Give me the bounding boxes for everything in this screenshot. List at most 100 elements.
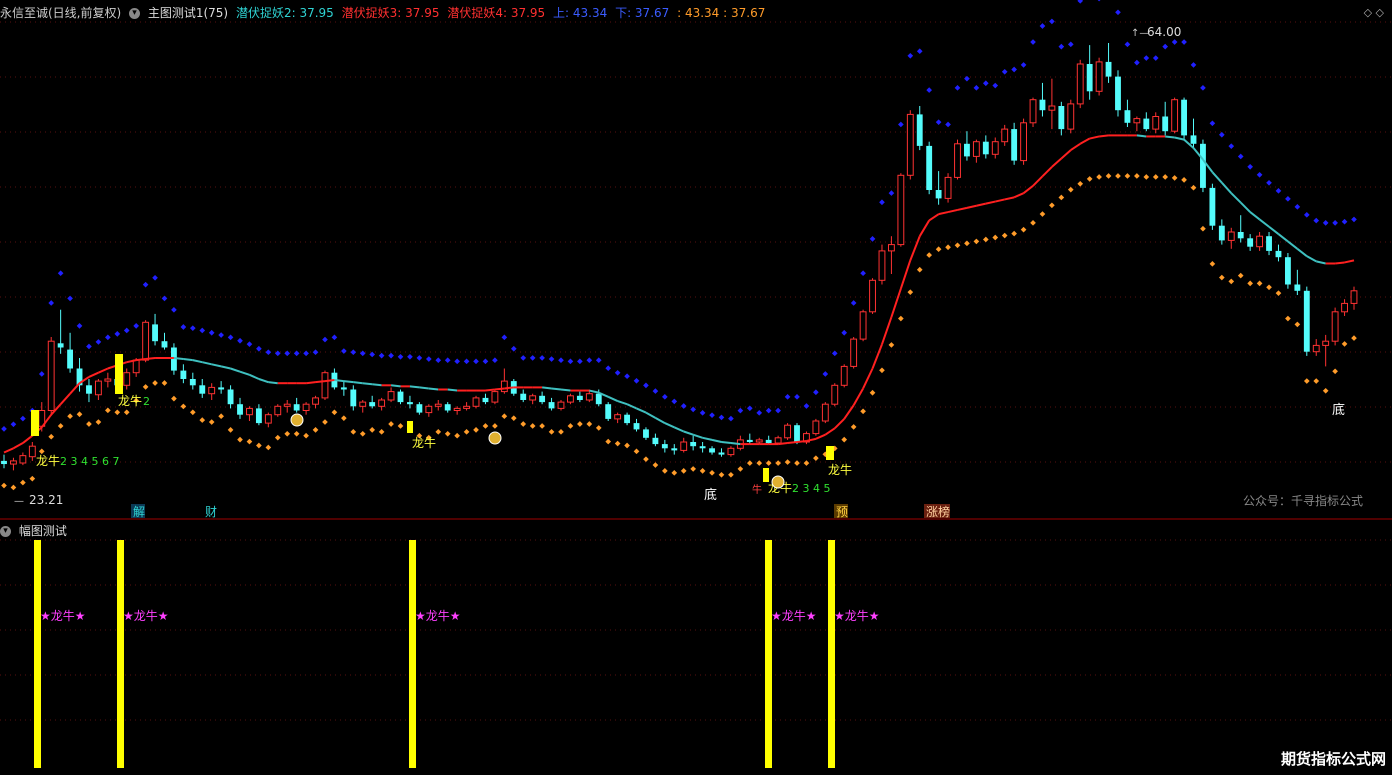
resistance-dot [133, 323, 139, 329]
resistance-dot [1190, 62, 1197, 68]
trend-line-segment [645, 411, 656, 419]
candle-body [10, 460, 17, 465]
candle-body [624, 414, 631, 424]
support-dot [1332, 368, 1338, 375]
resistance-dot [813, 389, 819, 396]
trend-line-segment [230, 367, 241, 373]
resistance-dot [331, 334, 338, 341]
support-dot [1181, 177, 1187, 183]
resistance-dot [1077, 0, 1084, 4]
candle-body [199, 385, 206, 394]
candle [897, 173, 905, 247]
signal-block [31, 410, 39, 436]
candle-body [954, 143, 961, 178]
trend-line-segment [1221, 181, 1233, 194]
candle-body [1171, 99, 1179, 132]
support-dot [794, 460, 800, 466]
support-dot [643, 456, 649, 462]
resistance-dot [756, 410, 763, 416]
low-marker: — [14, 496, 24, 507]
trend-line-segment [183, 358, 193, 362]
resistance-dot [510, 345, 517, 352]
candle-body [557, 401, 565, 409]
support-dot [510, 415, 517, 421]
trend-line-segment [928, 213, 940, 222]
candle-body [246, 407, 253, 416]
candle-body [774, 437, 782, 444]
resistance-dot [577, 358, 583, 365]
sub-chart-title[interactable]: 幅图测试 [19, 524, 67, 538]
resistance-dot [1039, 23, 1046, 29]
candle [878, 244, 886, 285]
resistance-dot [473, 358, 479, 365]
candle [718, 448, 725, 457]
candle [699, 442, 706, 453]
trend-line-segment [1070, 142, 1081, 151]
resistance-dot [671, 398, 678, 405]
sub-chart-panel[interactable]: ★龙牛★ ★龙牛★ ★龙牛★ ★龙牛★ ★龙牛★ ▾ 幅图测试 [0, 520, 1392, 775]
candle [765, 435, 772, 445]
candle [123, 368, 131, 390]
candle [1331, 307, 1339, 346]
candle [1227, 227, 1235, 249]
candle [1322, 334, 1330, 367]
bottom-signal-label: 底 [1332, 402, 1345, 418]
candle [529, 393, 537, 405]
candle-body [794, 425, 800, 442]
candle [671, 444, 678, 455]
candle [1058, 101, 1065, 136]
candle-body [755, 439, 763, 443]
candle [1020, 118, 1028, 165]
candle-body [887, 244, 895, 252]
resistance-dot [105, 334, 111, 341]
trend-line-segment [1287, 240, 1298, 250]
candle-body [1001, 128, 1009, 143]
support-dot [1322, 387, 1329, 394]
trend-line-segment [957, 206, 968, 211]
trend-line-segment [862, 368, 874, 389]
resistance-dot [416, 355, 423, 361]
support-dot [529, 423, 536, 429]
resistance-dot [454, 358, 460, 365]
candle-body [690, 442, 697, 447]
trend-line-segment [589, 389, 599, 394]
support-dot [558, 428, 564, 435]
resistance-dot [161, 295, 168, 302]
candle [576, 391, 583, 403]
candle [218, 381, 225, 394]
candle [680, 437, 688, 453]
support-dot [1219, 274, 1225, 281]
resistance-dot [350, 349, 357, 356]
candle-body [104, 378, 112, 382]
candle [491, 389, 499, 405]
trend-line-segment [97, 367, 109, 374]
candle [1067, 99, 1075, 134]
main-candlestick-chart[interactable]: 龙牛2 3 4 5 6 7龙牛2龙牛龙牛2 3 4 5龙牛牛底底解财预涨榜↑—6… [0, 0, 1392, 520]
candle-body [661, 444, 668, 449]
support-dot [1115, 173, 1121, 179]
sub-indicator-chart[interactable]: ★龙牛★ ★龙牛★ ★龙牛★ ★龙牛★ ★龙牛★ [0, 520, 1392, 775]
candle [321, 370, 329, 400]
resistance-dot [898, 121, 904, 128]
candle [746, 433, 753, 445]
resistance-dot [341, 348, 347, 354]
resistance-dot [539, 355, 545, 361]
support-dot [860, 408, 866, 415]
main-chart-panel[interactable]: 永信至诚(日线,前复权) ▾ 主图测试1(75) 潜伏捉妖2: 37.95 潜伏… [0, 0, 1392, 520]
trend-line-segment [1004, 196, 1015, 201]
resistance-dot [359, 350, 366, 357]
trend-line-segment [353, 381, 363, 385]
resistance-dot [1228, 143, 1235, 150]
sub-indicator-dropdown-icon[interactable]: ▾ [0, 526, 11, 537]
trend-line-segment [1051, 157, 1063, 168]
candle-body [520, 393, 527, 400]
support-dot [48, 433, 55, 440]
trend-line-segment [3, 447, 14, 454]
candle-body [227, 389, 234, 405]
trend-line-segment [909, 235, 921, 261]
candle-body [1331, 311, 1339, 342]
candle-body [680, 441, 688, 451]
candle-body [1048, 105, 1056, 111]
resistance-dot [492, 357, 498, 364]
support-dot [992, 234, 999, 241]
